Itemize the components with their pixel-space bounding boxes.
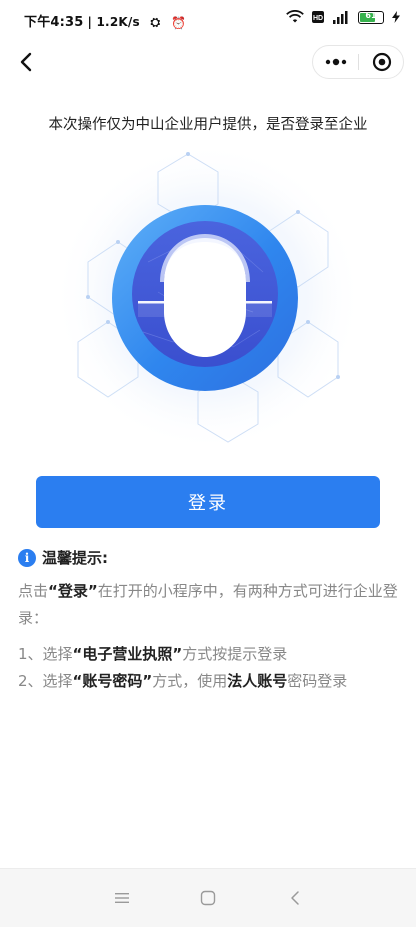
mini-program-capsule [312,45,404,79]
step1-bold: “电子营业执照” [72,645,183,663]
back-button[interactable] [14,48,40,76]
wifi-icon [286,10,304,23]
charging-icon [392,11,400,23]
tips-steps: 1、选择“电子营业执照”方式按提示登录 2、选择“账号密码”方式，使用法人账号密… [18,641,400,695]
close-button[interactable] [359,46,404,78]
battery-icon: 61 [358,10,384,24]
step2-prefix: 2、选择 [18,672,73,690]
home-button[interactable] [196,886,220,910]
more-dots-icon [325,58,347,66]
step2-middle: 方式，使用 [152,672,228,690]
notification-mute-icon: ⛭ [150,15,161,29]
home-icon [200,890,216,906]
chevron-left-icon [20,52,32,72]
navigation-bar [0,40,416,84]
system-back-button[interactable] [283,886,307,910]
status-bar: 下午4:35 | 1.2K/s ⛭ ⏰ HD 61 [0,0,416,40]
face-recognition-illustration [48,142,368,452]
login-button[interactable]: 登录 [36,476,380,528]
tips-step-1: 1、选择“电子营业执照”方式按提示登录 [18,641,400,668]
tips-header: i 温馨提示: [18,547,108,568]
system-navigation-bar [0,868,416,927]
target-close-icon [372,52,391,72]
step1-prefix: 1、选择 [18,645,73,663]
info-icon: i [18,548,36,567]
status-left: 下午4:35 | 1.2K/s ⛭ ⏰ [24,11,186,30]
svg-text:HD: HD [313,15,323,22]
login-notice: 本次操作仅为中山企业用户提供，是否登录至企业 [48,117,368,133]
tips-intro: 点击“登录”在打开的小程序中，有两种方式可进行企业登录： [18,578,400,632]
status-right: HD 61 [286,10,400,24]
step2-bold2: 法人账号 [227,672,288,690]
menu-button[interactable] [110,886,134,910]
signal-icon [333,10,348,24]
tips-title: 温馨提示: [42,549,108,567]
tips-intro-bold: “登录” [48,582,98,600]
step2-bold: “账号密码” [72,672,153,690]
face-recognition-icon [53,142,363,452]
step2-suffix: 密码登录 [287,672,348,690]
back-icon [291,891,299,905]
status-net-speed: | 1.2K/s [87,15,140,29]
battery-text: 61 [365,10,377,20]
tips-intro-prefix: 点击 [18,582,49,600]
status-time: 下午4:35 [24,15,84,30]
hd-icon: HD [312,11,324,23]
step1-suffix: 方式按提示登录 [182,645,288,663]
more-button[interactable] [313,46,359,78]
menu-icon [115,893,129,903]
tips-step-2: 2、选择“账号密码”方式，使用法人账号密码登录 [18,668,400,695]
alarm-icon: ⏰ [171,15,187,30]
